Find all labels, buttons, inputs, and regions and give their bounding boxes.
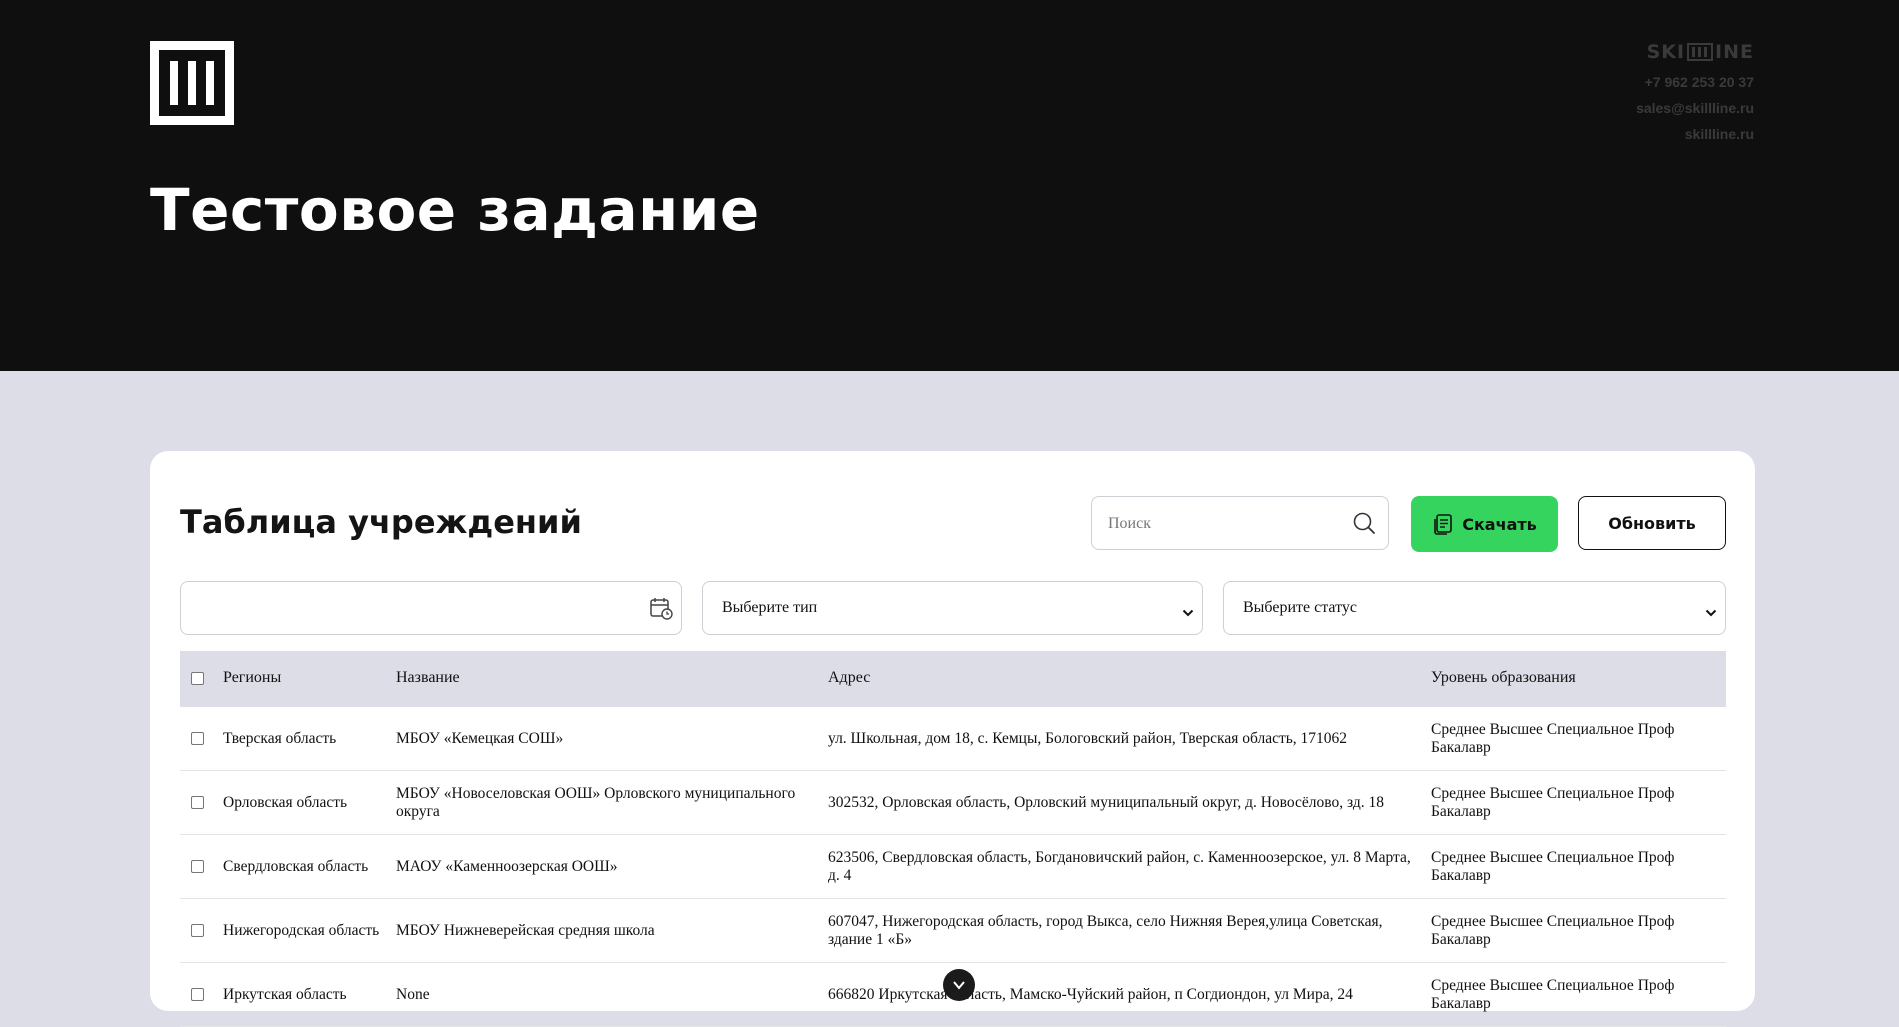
cell-region: Иркутская область [223,985,347,1003]
cell-name: МАОУ «Каменноозерская ООШ» [396,857,618,875]
cell-level: Среднее Высшее Специальное Проф Бакалавр [1431,912,1675,948]
table-header: Регионы Название Адрес Уровень образован… [180,651,1726,707]
cell-level: Среднее Высшее Специальное Проф Бакалавр [1431,720,1675,756]
cell-address: 623506, Свердловская область, Богданович… [828,848,1411,884]
card-title: Таблица учреждений [180,503,582,541]
table-row[interactable]: Орловская область МБОУ «Новоселовская ОО… [180,771,1726,835]
status-select-value: Выберите статус [1243,599,1357,616]
download-button[interactable]: Скачать [1411,496,1558,552]
cell-level: Среднее Высшее Специальное Проф Бакалавр [1431,976,1675,1012]
row-checkbox[interactable] [191,732,204,745]
calendar-icon[interactable] [649,596,673,625]
status-select[interactable]: Выберите статус [1223,581,1726,635]
search-input[interactable] [1106,512,1340,536]
search-icon[interactable] [1352,511,1376,540]
cell-address: ул. Школьная, дом 18, с. Кемцы, Бологовс… [828,729,1348,747]
cell-region: Нижегородская область [223,921,380,939]
institutions-card: Таблица учреждений Скачать Обновить Выбе… [150,451,1755,1027]
chevron-down-icon [1182,604,1194,622]
chevron-down-icon [952,980,966,990]
site-link[interactable]: skillline.ru [1636,121,1754,147]
header-region[interactable]: Регионы [223,669,388,687]
cell-level: Среднее Высшее Специальное Проф Бакалавр [1431,848,1675,884]
contacts: SKI INE +7 962 253 20 37 sales@skillline… [1636,38,1754,147]
header-level[interactable]: Уровень образования [1431,669,1701,687]
type-select[interactable]: Выберите тип [702,581,1203,635]
row-checkbox[interactable] [191,988,204,1001]
select-all-checkbox[interactable] [191,672,204,685]
cell-address: 666820 Иркутская область, Мамско-Чуйский… [828,985,1353,1003]
scroll-down-button[interactable] [943,969,975,1001]
cell-region: Тверская область [223,729,337,747]
phone-link[interactable]: +7 962 253 20 37 [1636,69,1754,95]
table-row[interactable]: Тверская область МБОУ «Кемецкая СОШ» ул.… [180,707,1726,771]
cell-name: МБОУ «Кемецкая СОШ» [396,729,564,747]
cell-region: Свердловская область [223,857,369,875]
header-name[interactable]: Название [396,669,816,687]
chevron-down-icon [1705,604,1717,622]
search-box [1091,496,1389,550]
refresh-button[interactable]: Обновить [1578,496,1726,550]
page-header: Тестовое задание SKI INE +7 962 253 20 3… [0,0,1899,371]
cell-name: МБОУ Нижневерейская средняя школа [396,921,655,939]
email-link[interactable]: sales@skillline.ru [1636,95,1754,121]
row-checkbox[interactable] [191,796,204,809]
cell-address: 607047, Нижегородская область, город Вык… [828,912,1383,948]
document-icon [1432,513,1454,535]
cell-name: None [396,985,430,1003]
type-select-value: Выберите тип [722,599,818,616]
brand-logo: SKI INE [1646,41,1754,63]
cell-level: Среднее Высшее Специальное Проф Бакалавр [1431,784,1675,820]
cell-name: МБОУ «Новоселовская ООШ» Орловского муни… [396,784,796,820]
download-label: Скачать [1462,514,1537,534]
table-row[interactable]: Нижегородская область МБОУ Нижневерейска… [180,899,1726,963]
table-row[interactable]: Свердловская область МАОУ «Каменноозерск… [180,835,1726,899]
logo [150,41,234,125]
page-title: Тестовое задание [150,176,760,244]
cell-region: Орловская область [223,793,348,811]
date-picker-field[interactable] [180,581,682,635]
row-checkbox[interactable] [191,860,204,873]
cell-address: 302532, Орловская область, Орловский мун… [828,793,1384,811]
header-address[interactable]: Адрес [828,669,1418,687]
row-checkbox[interactable] [191,924,204,937]
